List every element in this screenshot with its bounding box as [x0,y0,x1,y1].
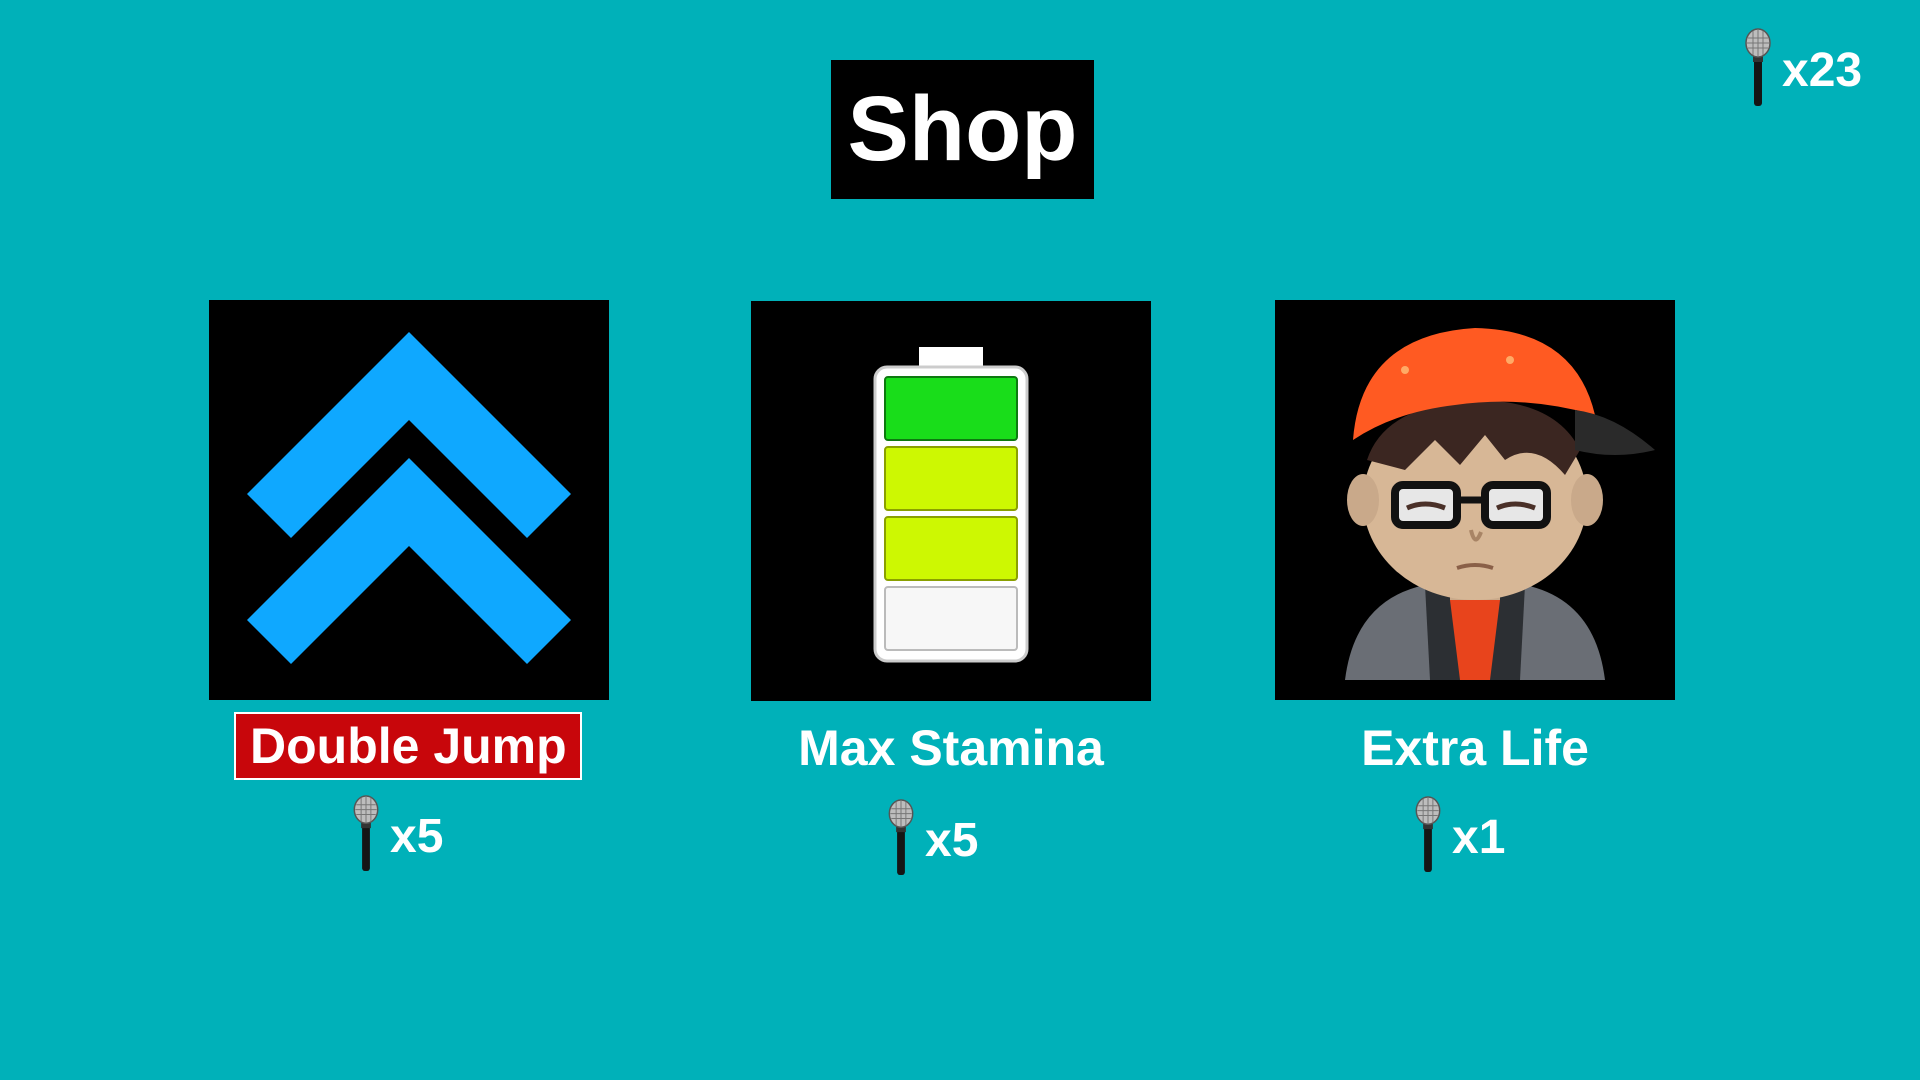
double-chevron-up-icon [247,332,571,664]
currency-counter: x23 [1738,30,1862,110]
item-card-double-jump[interactable] [209,300,609,700]
price-label: x5 [925,813,979,867]
item-price-extra-life: x1 [1410,797,1505,877]
microphone-icon [1410,796,1446,879]
price-label: x5 [390,809,444,863]
shop-title: Shop [831,60,1094,199]
currency-count: x23 [1782,43,1863,97]
item-name-max-stamina[interactable]: Max Stamina [751,716,1151,780]
microphone-icon [883,799,919,882]
item-name-extra-life[interactable]: Extra Life [1275,716,1675,780]
item-card-max-stamina[interactable] [751,301,1151,701]
item-card-extra-life[interactable] [1275,300,1675,700]
microphone-icon [348,795,384,878]
shop-screen: Shop x23 Double Jump x5 Max Stamina x5 E… [0,0,1920,1080]
price-label: x1 [1452,810,1506,864]
item-price-max-stamina: x5 [883,800,978,880]
item-price-double-jump: x5 [348,796,443,876]
character-portrait-icon [1345,328,1655,680]
battery-icon [873,347,1029,663]
microphone-icon [1738,28,1778,113]
item-name-double-jump[interactable]: Double Jump [234,712,582,780]
